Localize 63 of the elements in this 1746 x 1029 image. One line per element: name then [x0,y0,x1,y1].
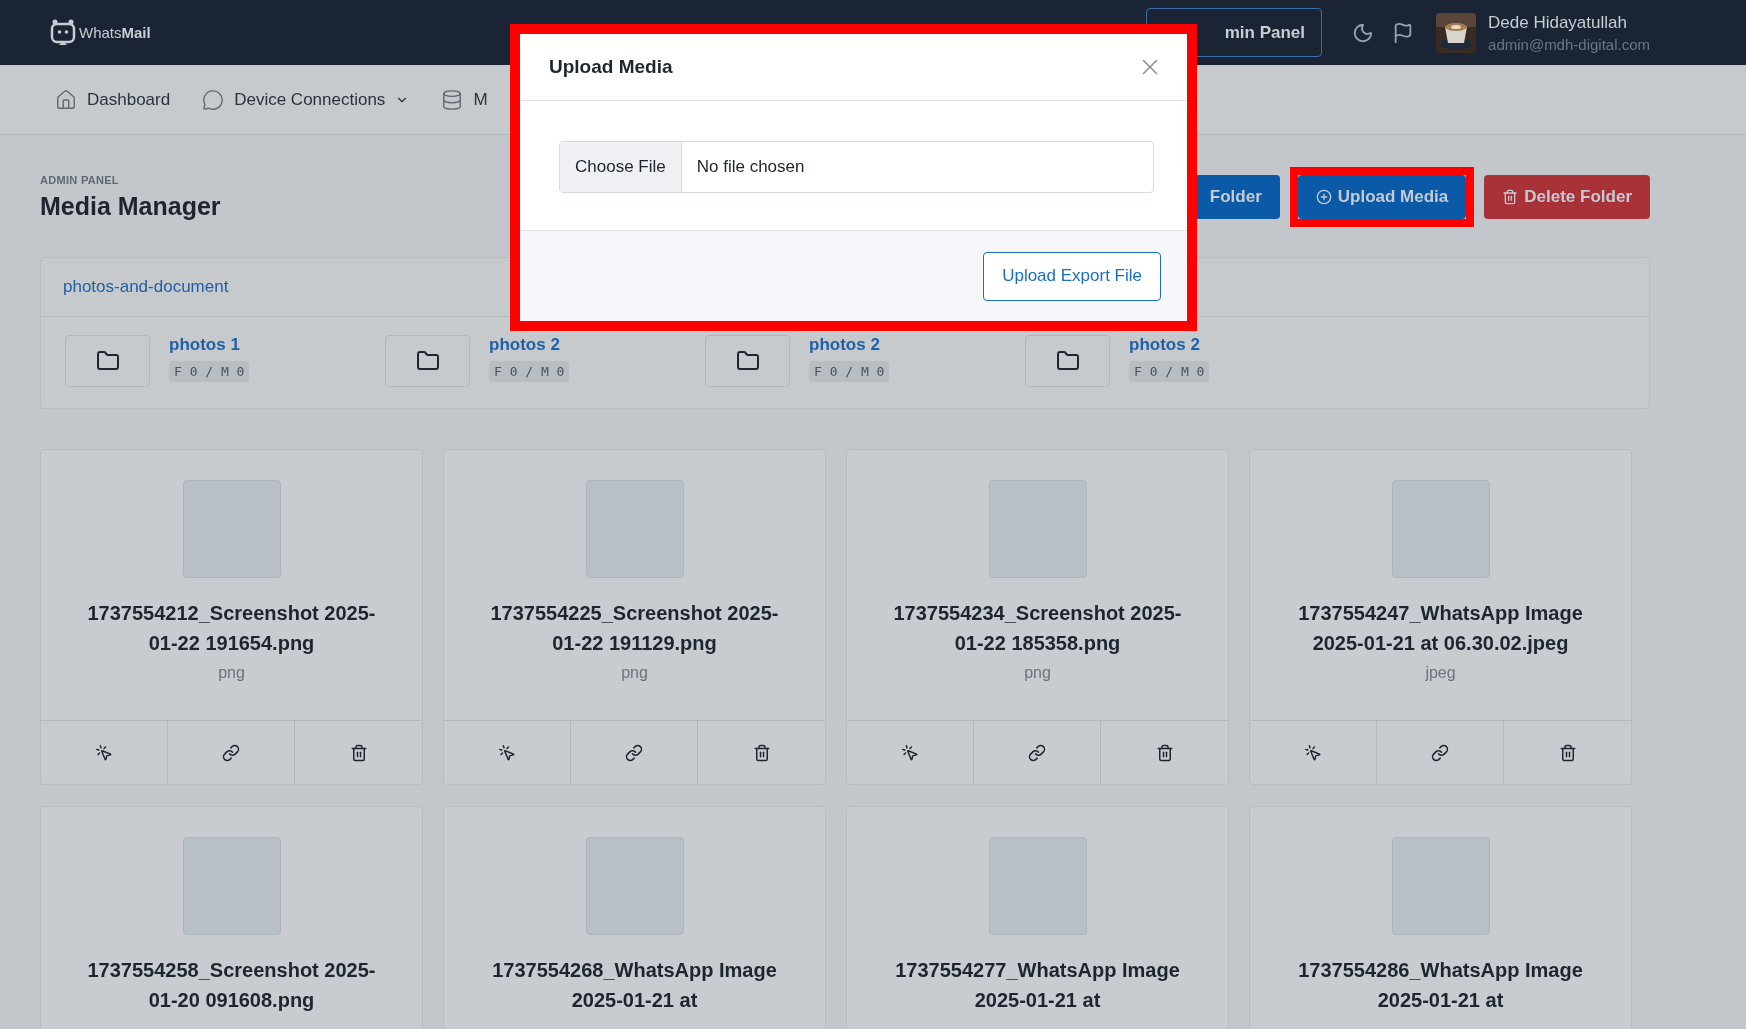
folder-icon [415,349,440,373]
page-title: Media Manager [40,191,221,221]
file-name: 1737554234_Screenshot 2025-01-22 185358.png [892,601,1183,656]
breadcrumb: ADMIN PANEL [40,173,120,186]
file-type: png [621,664,648,682]
nav-link[interactable]: M [441,88,488,111]
folder-tile[interactable] [705,335,790,387]
cursor-click-icon [95,743,113,762]
logo-icon [50,18,76,47]
count-badge: F 0 / M 0 [809,361,890,382]
folder-name[interactable]: photos 2 [1129,335,1200,355]
link-icon [625,743,643,762]
user-name: Dede Hidayatullah [1488,12,1628,33]
trash-icon [1502,189,1519,205]
choose-file-button[interactable]: Choose File [560,142,682,192]
folder-icon [95,349,120,373]
count-badge: F 0 / M 0 [169,361,250,382]
upload-export-button[interactable]: Upload Export File [983,251,1161,301]
trash-icon [752,743,771,762]
file-name: 1737554225_Screenshot 2025-01-22 191129.png [489,601,780,656]
file-name: 1737554247_WhatsApp Image 2025-01-21 at 06.30.02.jpeg [1297,601,1584,656]
trash-icon [349,743,368,762]
folder-tile[interactable] [65,335,150,387]
folder-icon [1055,349,1080,373]
count-badge: F 0 / M 0 [1129,361,1210,382]
cursor-click-icon [901,743,919,762]
file-name: 1737554212_Screenshot 2025-01-22 191654.png [86,601,377,656]
link-icon [222,743,240,762]
folder-name[interactable]: photos 1 [169,335,240,355]
plus-circle-icon [1315,189,1332,205]
file-status: No file chosen [695,156,805,178]
trash-icon [1558,743,1577,762]
folder-tile[interactable] [385,335,470,387]
file-name: 1737554286_WhatsApp Image 2025-01-21 at [1297,958,1584,1013]
folder-name[interactable]: photos 2 [809,335,880,355]
database-icon [441,88,464,111]
user-email: admin@mdh-digital.com [1488,35,1650,53]
dialog-title: Upload Media [549,56,673,78]
file-name: 1737554277_WhatsApp Image 2025-01-21 at [894,958,1181,1013]
home-icon [55,88,77,111]
folder-icon [735,349,760,373]
logo-text: WhatsMail [79,24,151,41]
delete-folder-button[interactable]: Delete Folder [1484,175,1650,219]
file-type: jpeg [1425,664,1456,682]
file-input-field[interactable]: Choose File No file chosen [559,141,1154,193]
upload-media-button[interactable]: Upload Media [1297,175,1467,219]
file-type: png [218,664,245,682]
file-type: png [1024,664,1051,682]
folder-name[interactable]: photos 2 [489,335,560,355]
nav-link[interactable]: Device Connections [202,88,410,111]
file-name: 1737554258_Screenshot 2025-01-20 091608.png [86,958,377,1013]
folder-path-link[interactable]: photos-and-document [63,277,229,297]
chat-icon [202,88,225,111]
folder-tile[interactable] [1025,335,1110,387]
nav-link[interactable]: Dashboard [55,88,171,111]
cursor-click-icon [1304,743,1322,762]
file-name: 1737554268_WhatsApp Image 2025-01-21 at [491,958,778,1013]
trash-icon [1155,743,1174,762]
link-icon [1431,743,1449,762]
moon-icon[interactable] [1352,21,1375,44]
cursor-click-icon [498,743,516,762]
link-icon [1028,743,1046,762]
count-badge: F 0 / M 0 [489,361,570,382]
